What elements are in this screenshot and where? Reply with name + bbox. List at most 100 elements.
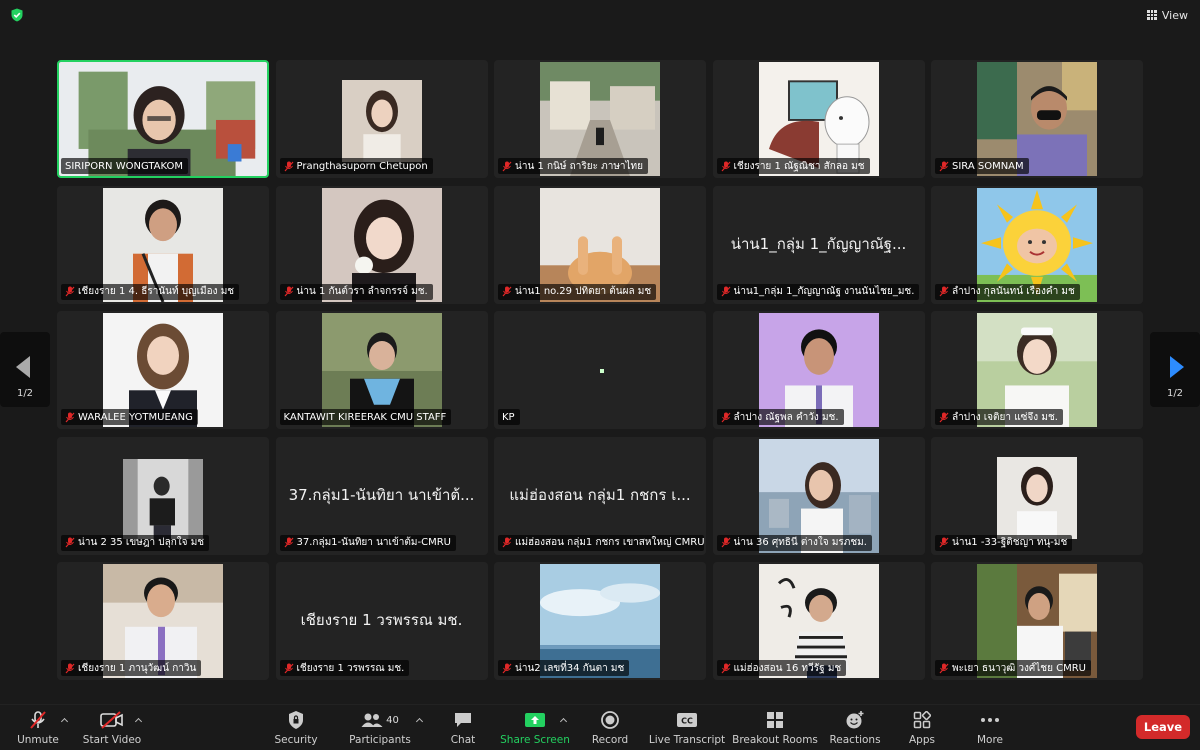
chat-button[interactable]: Chat <box>448 709 478 749</box>
participant-tile[interactable]: เชียงราย 1 4. ธีรานันท์ บุญเมือง มช <box>57 185 269 304</box>
participant-tile[interactable]: ลำปาง กุลนันทน์ เรืองคำ มช <box>931 185 1143 304</box>
participant-name: KANTAWIT KIREERAK CMU STAFF <box>283 411 447 423</box>
security-label: Security <box>274 734 318 746</box>
participant-tile[interactable]: น่าน1_กลุ่ม 1_กัญญาณัฐ... น่าน1_กลุ่ม 1_… <box>712 185 925 304</box>
participant-name: เชียงราย 1 4. ธีรานันท์ บุญเมือง มช <box>78 286 235 297</box>
live-transcript-label: Live Transcript <box>648 734 726 746</box>
unmute-label: Unmute <box>17 734 59 746</box>
participant-name: แม่ฮ่องสอน 16 ทวีรัฐ มช <box>733 662 842 674</box>
participant-tile[interactable]: KANTAWIT KIREERAK CMU STAFF <box>275 311 488 429</box>
breakout-rooms-button[interactable]: Breakout Rooms <box>732 709 818 749</box>
participant-name-tag: น่าน 1 กันต์วรา ลำจกรรจ์ มช. <box>279 283 433 300</box>
participant-name-tag: ลำปาง กุลนันทน์ เรืองคำ มช <box>935 283 1080 300</box>
muted-mic-icon <box>721 537 730 548</box>
live-transcript-button[interactable]: CC Live Transcript <box>648 709 726 749</box>
participant-tile[interactable]: Prangthasuporn Chetupon <box>275 60 488 178</box>
view-label: View <box>1161 8 1188 22</box>
participant-display-name: แม่ฮ่องสอน กลุ่ม1 กชกร เ... <box>509 485 691 504</box>
participant-name-tag: น่าน1_กลุ่ม 1_กัญญาณัฐ งานนันไชย_มช. <box>716 283 920 300</box>
participant-name-tag: เชียงราย 1 4. ธีรานันท์ บุญเมือง มช <box>61 283 240 300</box>
participants-count: 40 <box>386 714 399 726</box>
participant-name-tag: WARALEE YOTMUEANG <box>61 409 198 425</box>
muted-mic-icon <box>721 663 730 673</box>
start-video-button[interactable]: Start Video <box>83 709 141 749</box>
participant-name: WARALEE YOTMUEANG <box>78 411 193 423</box>
apps-button[interactable]: Apps <box>906 709 938 749</box>
participant-name-tag: น่าน1 no.29 ปทิตยา ต้นผล มช <box>498 283 657 300</box>
share-screen-button[interactable]: Share Screen <box>500 709 570 749</box>
closed-caption-icon: CC <box>676 709 698 731</box>
previous-page-button[interactable]: 1/2 <box>0 332 50 407</box>
video-options-caret[interactable] <box>135 717 143 725</box>
participant-name-tag: เชียงราย 1 ณัฐณิชา สักลอ มช <box>716 158 870 174</box>
muted-mic-icon <box>284 663 293 673</box>
participants-icon-group: 40 <box>361 709 399 731</box>
participant-name-tag: เชียงราย 1 วรพรรณ มช. <box>279 660 410 676</box>
participant-name-tag: น่าน 2 35 เขษฎา ปลุกใจ มช <box>61 534 210 551</box>
more-dots-icon <box>980 709 1000 731</box>
participants-options-caret[interactable] <box>416 717 424 725</box>
participant-name: ลำปาง กุลนันทน์ เรืองคำ มช <box>952 286 1075 297</box>
more-button[interactable]: More <box>973 709 1007 749</box>
muted-mic-icon <box>65 412 75 422</box>
encryption-shield-icon[interactable] <box>10 8 24 22</box>
participant-tile[interactable]: เชียงราย 1 ณัฐณิชา สักลอ มช <box>712 60 925 178</box>
participant-tile[interactable]: WARALEE YOTMUEANG <box>57 311 269 429</box>
muted-mic-icon <box>284 286 293 297</box>
participant-tile[interactable]: น่าน1 -33-ฐิติชญา ทนุ-มช <box>931 436 1143 555</box>
participant-name: 37.กลุ่ม1-นันทิยา นาเข้าต้ม-CMRU <box>296 537 451 548</box>
participant-tile[interactable]: น่าน2 เลขที่34 กันตา มช <box>494 562 706 680</box>
video-placeholder-dot <box>600 369 604 373</box>
participant-name: SIRA SOMNAM <box>952 160 1024 172</box>
leave-button[interactable]: Leave <box>1136 715 1190 739</box>
muted-mic-icon <box>721 161 730 171</box>
muted-mic-icon <box>939 412 949 422</box>
muted-mic-icon <box>939 663 949 673</box>
participant-tile[interactable]: SIRA SOMNAM <box>931 60 1143 178</box>
participant-tile[interactable]: พะเยา ธนาวุฒิ วงศ์ไชย CMRU <box>931 562 1143 680</box>
arrow-left-icon <box>16 356 30 378</box>
unmute-button[interactable]: Unmute <box>17 709 59 749</box>
participants-label: Participants <box>349 734 411 746</box>
page-indicator-right: 1/2 <box>1166 388 1184 399</box>
participant-tile[interactable]: 37.กลุ่ม1-นันทิยา นาเข้าต้... 37.กลุ่ม1-… <box>275 436 488 555</box>
participant-tile[interactable]: ลำปาง เจติยา แซ่จึง มช. <box>931 311 1143 429</box>
participant-display-name: น่าน1_กลุ่ม 1_กัญญาณัฐ... <box>730 234 907 253</box>
next-page-button[interactable]: 1/2 <box>1150 332 1200 407</box>
share-screen-icon <box>524 709 546 731</box>
audio-options-caret[interactable] <box>61 717 69 725</box>
participant-tile[interactable]: ลำปาง ณัฐพล คำวัง มช. <box>712 311 925 429</box>
security-button[interactable]: Security <box>273 709 319 749</box>
share-options-caret[interactable] <box>560 717 568 725</box>
participant-name-tag: ลำปาง ณัฐพล คำวัง มช. <box>716 409 844 425</box>
participant-tile[interactable]: แม่ฮ่องสอน 16 ทวีรัฐ มช <box>712 562 925 680</box>
participant-tile[interactable]: เชียงราย 1 ภานุวัฒน์ กาวิน <box>57 562 269 680</box>
view-button[interactable]: View <box>1146 6 1188 24</box>
muted-mic-icon <box>721 286 730 297</box>
participant-tile[interactable]: แม่ฮ่องสอน กลุ่ม1 กชกร เ... แม่ฮ่องสอน ก… <box>494 436 706 555</box>
participant-name: Prangthasuporn Chetupon <box>296 160 428 172</box>
participant-tile[interactable]: เชียงราย 1 วรพรรณ มช. เชียงราย 1 วรพรรณ … <box>275 562 488 680</box>
participant-tile[interactable]: น่าน1 no.29 ปทิตยา ต้นผล มช <box>494 185 706 304</box>
participant-name-tag: แม่ฮ่องสอน กลุ่ม1 กชกร เขาสหใหญ่ CMRU <box>498 534 704 551</box>
participant-tile[interactable]: น่าน 1 กันต์วรา ลำจกรรจ์ มช. <box>275 185 488 304</box>
participant-tile[interactable]: น่าน 36 ศุทธินี ต่างใจ มรภชม. <box>712 436 925 555</box>
participant-name: น่าน 1 กนิษ์ ถาริยะ ภาษาไทย <box>515 160 644 172</box>
participant-tile[interactable]: KP <box>494 311 706 429</box>
participants-button[interactable]: 40 Participants <box>349 709 411 749</box>
participant-name-tag: เชียงราย 1 ภานุวัฒน์ กาวิน <box>61 660 202 676</box>
page-indicator-left: 1/2 <box>16 388 34 399</box>
record-button[interactable]: Record <box>590 709 630 749</box>
participant-name-tag: KANTAWIT KIREERAK CMU STAFF <box>279 409 452 425</box>
participant-tile[interactable]: SIRIPORN WONGTAKOM <box>57 60 269 178</box>
participant-photo <box>341 80 422 162</box>
top-bar: View <box>0 0 1200 30</box>
participant-tile[interactable]: น่าน 2 35 เขษฎา ปลุกใจ มช <box>57 436 269 555</box>
participant-name-tag: Prangthasuporn Chetupon <box>279 158 433 174</box>
svg-text:CC: CC <box>681 717 693 726</box>
reactions-button[interactable]: Reactions <box>829 709 881 749</box>
participant-name-tag: แม่ฮ่องสอน 16 ทวีรัฐ มช <box>716 660 847 676</box>
participant-tile[interactable]: น่าน 1 กนิษ์ ถาริยะ ภาษาไทย <box>494 60 706 178</box>
participant-name-tag: KP <box>498 409 520 425</box>
share-screen-label: Share Screen <box>500 734 570 746</box>
